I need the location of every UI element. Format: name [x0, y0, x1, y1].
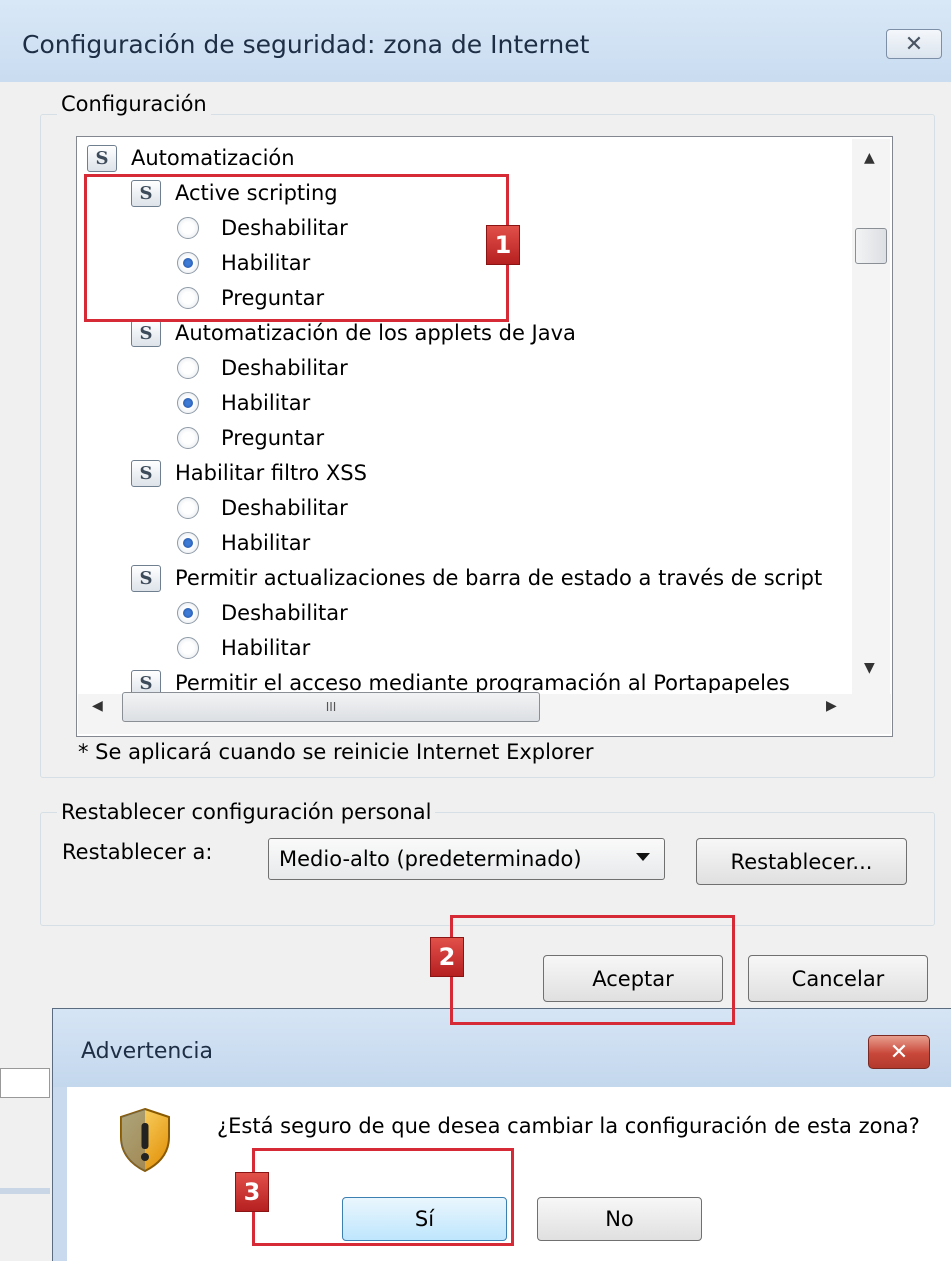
warning-close-button[interactable]: ✕ [868, 1035, 930, 1069]
tree-option[interactable]: Deshabilitar [177, 596, 348, 630]
tree-option-label: Habilitar [221, 391, 311, 415]
tree-category-label: Automatización de los applets de Java [175, 321, 576, 345]
annotation-box-1 [84, 174, 509, 322]
scroll-up-icon[interactable]: ▲ [864, 150, 875, 166]
tree-option-label: Habilitar [221, 531, 311, 555]
radio-checked[interactable] [177, 392, 199, 414]
tree-option-label: Deshabilitar [221, 496, 348, 520]
tree-category: S Permitir el acceso mediante programació… [131, 666, 790, 693]
tree-option-label: Deshabilitar [221, 356, 348, 380]
tree-category: S Habilitar filtro XSS [131, 456, 367, 490]
warning-shield-icon [120, 1107, 170, 1173]
tree-category-label: Automatización [131, 146, 295, 170]
scroll-left-icon[interactable]: ◀ [92, 698, 103, 714]
chevron-down-icon [636, 853, 650, 861]
scroll-grip-icon: III [325, 700, 337, 714]
tree-category-label: Habilitar filtro XSS [175, 461, 367, 485]
main-close-button[interactable]: ✕ [886, 29, 942, 59]
tree-option[interactable]: Deshabilitar [177, 491, 348, 525]
background-window-bar [0, 1188, 50, 1194]
warning-title: Advertencia [81, 1039, 214, 1064]
reset-level-select[interactable]: Medio-alto (predeterminado) [268, 838, 665, 880]
tree-category-label: Permitir actualizaciones de barra de est… [175, 566, 823, 590]
radio-unchecked[interactable] [177, 497, 199, 519]
reset-group-label: Restablecer configuración personal [57, 800, 436, 824]
tree-option[interactable]: Habilitar [177, 631, 310, 665]
script-setting-icon: S [87, 144, 117, 172]
script-setting-icon: S [131, 319, 161, 347]
close-icon: ✕ [889, 1039, 909, 1065]
vertical-scroll-thumb[interactable] [855, 228, 887, 264]
annotation-badge-2: 2 [430, 937, 464, 977]
warning-message: ¿Está seguro de que desea cambiar la con… [217, 1114, 920, 1138]
horizontal-scroll-thumb[interactable]: III [122, 692, 540, 722]
close-icon: ✕ [904, 31, 924, 57]
scroll-down-icon[interactable]: ▼ [864, 660, 875, 676]
annotation-badge-3: 3 [235, 1172, 269, 1212]
script-setting-icon: S [131, 459, 161, 487]
radio-unchecked[interactable] [177, 427, 199, 449]
main-titlebar: Configuración de seguridad: zona de Inte… [0, 0, 951, 82]
background-window-field [0, 1068, 50, 1098]
tree-category: S Permitir actualizaciones de barra de es… [131, 561, 822, 595]
tree-category: S Automatización [87, 141, 295, 175]
cancel-button[interactable]: Cancelar [748, 955, 928, 1002]
settings-group-label: Configuración [57, 92, 211, 116]
no-button[interactable]: No [537, 1197, 702, 1241]
main-title: Configuración de seguridad: zona de Inte… [22, 30, 590, 59]
restart-note: * Se aplicará cuando se reinicie Interne… [78, 740, 594, 764]
reset-button[interactable]: Restablecer... [696, 838, 907, 885]
tree-option[interactable]: Preguntar [177, 421, 324, 455]
scroll-right-icon[interactable]: ▶ [826, 698, 837, 714]
radio-unchecked[interactable] [177, 357, 199, 379]
tree-option-label: Habilitar [221, 636, 311, 660]
vertical-scrollbar[interactable] [852, 139, 890, 695]
radio-checked[interactable] [177, 532, 199, 554]
tree-category-label: Permitir el acceso mediante programación… [175, 671, 790, 693]
tree-option-label: Preguntar [221, 426, 325, 450]
tree-option[interactable]: Habilitar [177, 526, 310, 560]
annotation-box-3 [252, 1148, 514, 1246]
tree-option[interactable]: Habilitar [177, 386, 310, 420]
annotation-box-2 [450, 915, 735, 1025]
reset-level-value: Medio-alto (predeterminado) [279, 847, 582, 871]
radio-unchecked[interactable] [177, 637, 199, 659]
reset-to-label: Restablecer a: [62, 840, 213, 864]
radio-checked[interactable] [177, 602, 199, 624]
tree-option[interactable]: Deshabilitar [177, 351, 348, 385]
annotation-badge-1: 1 [486, 225, 520, 265]
script-setting-icon: S [131, 564, 161, 592]
tree-option-label: Deshabilitar [221, 601, 348, 625]
script-setting-icon: S [131, 669, 161, 693]
